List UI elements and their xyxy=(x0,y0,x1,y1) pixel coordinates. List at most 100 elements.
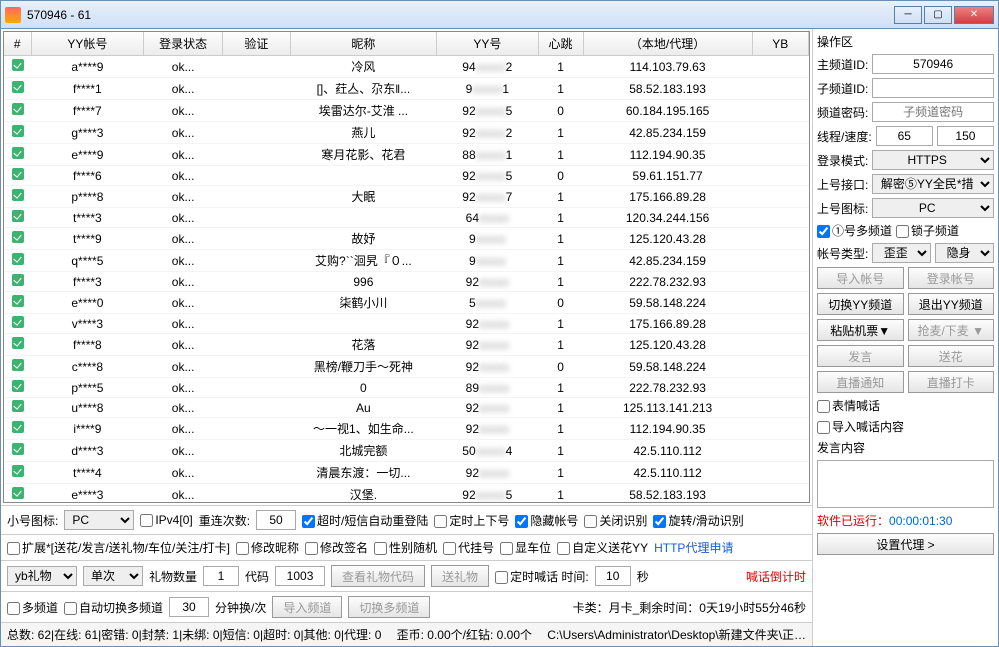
http-proxy-link[interactable]: HTTP代理申请 xyxy=(654,539,733,556)
table-row[interactable]: e****0ok...柒鹤小川5xxxxx059.58.148.224 xyxy=(4,292,809,314)
account-table-wrap[interactable]: #YY帐号登录状态验证昵称YY号心跳（本地/代理）YB a****9ok...冷… xyxy=(3,31,810,503)
table-row[interactable]: u****8ok...Au92xxxxx1125.113.141.213 xyxy=(4,398,809,418)
table-row[interactable]: t****4ok...清晨东渡：一切...92xxxxx142.5.110.11… xyxy=(4,462,809,484)
mod-sign-checkbox[interactable]: 修改签名 xyxy=(305,539,368,556)
table-row[interactable]: v****3ok...92xxxxx1175.166.89.28 xyxy=(4,314,809,334)
col-header[interactable]: YY帐号 xyxy=(31,32,144,56)
close-detect-checkbox[interactable]: 关闭识别 xyxy=(584,512,647,529)
flower-button[interactable]: 送花 xyxy=(908,345,995,367)
code-input[interactable] xyxy=(275,566,325,586)
proxy-hang-checkbox[interactable]: 代挂号 xyxy=(443,539,494,556)
timed-say-checkbox[interactable]: 定时喊话 时间: xyxy=(495,568,589,585)
table-row[interactable]: q****5ok...艾购?``洄旯『０...9xxxxx142.85.234.… xyxy=(4,250,809,272)
login-mode-select[interactable]: HTTPS xyxy=(872,150,994,170)
paste-ticket-button[interactable]: 粘贴机票▼ xyxy=(817,319,904,341)
import-acct-button[interactable]: 导入帐号 xyxy=(817,267,904,289)
rotate-detect-checkbox[interactable]: 旋转/滑动识别 xyxy=(653,512,743,529)
live-notify-button[interactable]: 直播通知 xyxy=(817,371,904,393)
live-check-button[interactable]: 直播打卡 xyxy=(908,371,995,393)
speed-input[interactable] xyxy=(937,126,994,146)
gift-qty-input[interactable] xyxy=(203,566,239,586)
say-button[interactable]: 发言 xyxy=(817,345,904,367)
icon-select[interactable]: PC xyxy=(64,510,134,530)
col-header[interactable]: YB xyxy=(752,32,808,56)
custom-flower-checkbox[interactable]: 自定义送花YY xyxy=(557,539,648,556)
retry-input[interactable] xyxy=(256,510,296,530)
toolbar-1: 小号图标: PC IPv4[0] 重连次数: 超时/短信自动重登陆 定时上下号 … xyxy=(1,505,812,534)
main-ch-input[interactable] xyxy=(872,54,994,74)
timed-say-input[interactable] xyxy=(595,566,631,586)
col-header[interactable]: （本地/代理） xyxy=(583,32,752,56)
cell xyxy=(752,418,808,440)
table-row[interactable]: a****9ok...冷风94xxxxx21114.103.79.63 xyxy=(4,56,809,78)
cell xyxy=(223,440,291,462)
sub-ch-input[interactable] xyxy=(872,78,994,98)
acct-type2-select[interactable]: 隐身 xyxy=(935,243,994,263)
api-select[interactable]: 解密⑤YY全民*措 xyxy=(872,174,994,194)
table-row[interactable]: t****3ok...64xxxxx1120.34.244.156 xyxy=(4,208,809,228)
freq-select[interactable]: 单次 xyxy=(83,566,143,586)
table-row[interactable]: e****9ok...寒月花影、花君88xxxxx11112.194.90.35 xyxy=(4,144,809,166)
show-car-checkbox[interactable]: 显车位 xyxy=(500,539,551,556)
table-row[interactable]: p****5ok...089xxxxx1222.78.232.93 xyxy=(4,378,809,398)
table-row[interactable]: i****9ok...〜一视1、如生命...92xxxxx1112.194.90… xyxy=(4,418,809,440)
auto-relogin-checkbox[interactable]: 超时/短信自动重登陆 xyxy=(302,512,428,529)
say-content-textarea[interactable] xyxy=(817,460,994,508)
grab-mic-button[interactable]: 抢麦/下麦 ▼ xyxy=(908,319,995,341)
ipv4-checkbox[interactable]: IPv4[0] xyxy=(140,513,192,527)
table-row[interactable]: p****8ok...大眠92xxxxx71175.166.89.28 xyxy=(4,186,809,208)
col-header[interactable]: 昵称 xyxy=(290,32,436,56)
auto-switch-checkbox[interactable]: 自动切换多频道 xyxy=(64,599,163,616)
switch-interval-input[interactable] xyxy=(169,597,209,617)
table-row[interactable]: e****3ok...汉堡.92xxxxx5158.52.183.193 xyxy=(4,484,809,504)
table-row[interactable]: d****3ok...北城完额50xxxxx4142.5.110.112 xyxy=(4,440,809,462)
table-row[interactable]: f****3ok...99692xxxxx1222.78.232.93 xyxy=(4,272,809,292)
cell xyxy=(4,208,31,228)
col-header[interactable]: 登录状态 xyxy=(144,32,223,56)
table-row[interactable]: g****3ok...燕儿92xxxxx2142.85.234.159 xyxy=(4,122,809,144)
shield-icon xyxy=(12,443,24,455)
table-row[interactable]: f****6ok...92xxxxx5059.61.151.77 xyxy=(4,166,809,186)
up-icon-select[interactable]: PC xyxy=(872,198,994,218)
ch-pwd-input[interactable] xyxy=(872,102,994,122)
thread-input[interactable] xyxy=(876,126,933,146)
shield-icon xyxy=(12,316,24,328)
mod-nick-checkbox[interactable]: 修改昵称 xyxy=(236,539,299,556)
cell: 9xxxxx1 xyxy=(437,78,538,100)
table-row[interactable]: f****8ok...花落92xxxxx1125.120.43.28 xyxy=(4,334,809,356)
import-say-checkbox[interactable]: 导入喊话内容 xyxy=(817,418,994,435)
acct-type1-select[interactable]: 歪歪 xyxy=(872,243,931,263)
rand-sex-checkbox[interactable]: 性别随机 xyxy=(374,539,437,556)
cell xyxy=(752,272,808,292)
lock-sub-checkbox[interactable]: 锁子频道 xyxy=(896,222,959,239)
maximize-button[interactable]: ▢ xyxy=(924,6,952,24)
hide-account-checkbox[interactable]: 隐藏帐号 xyxy=(515,512,578,529)
timed-checkbox[interactable]: 定时上下号 xyxy=(434,512,509,529)
cell: t****9 xyxy=(31,228,144,250)
table-row[interactable]: f****1ok...[]、荭亼、尕东‖...9xxxxx1158.52.183… xyxy=(4,78,809,100)
col-header[interactable]: 验证 xyxy=(223,32,291,56)
close-button[interactable]: ✕ xyxy=(954,6,994,24)
col-header[interactable]: YY号 xyxy=(437,32,538,56)
multi-channel-checkbox[interactable]: 多频道 xyxy=(7,599,58,616)
table-row[interactable]: t****9ok...故妤9xxxxx1125.120.43.28 xyxy=(4,228,809,250)
col-header[interactable]: 心跳 xyxy=(538,32,583,56)
table-row[interactable]: f****7ok...埃雷达尔-艾淮 ...92xxxxx5060.184.19… xyxy=(4,100,809,122)
cell xyxy=(223,334,291,356)
send-gift-button[interactable]: 送礼物 xyxy=(431,565,489,587)
table-row[interactable]: c****8ok...黑榜/鞭刀手～死神92xxxxx059.58.148.22… xyxy=(4,356,809,378)
login-acct-button[interactable]: 登录帐号 xyxy=(908,267,995,289)
import-channel-button[interactable]: 导入频道 xyxy=(272,596,342,618)
face-say-checkbox[interactable]: 表情喊话 xyxy=(817,397,994,414)
minimize-button[interactable]: ─ xyxy=(894,6,922,24)
cell: 92xxxxx5 xyxy=(437,100,538,122)
extend-checkbox[interactable]: 扩展*[送花/发言/送礼物/车位/关注/打卡] xyxy=(7,539,230,556)
view-code-button[interactable]: 查看礼物代码 xyxy=(331,565,425,587)
gift-select[interactable]: yb礼物 xyxy=(7,566,77,586)
switch-multi-button[interactable]: 切换多频道 xyxy=(348,596,430,618)
set-proxy-button[interactable]: 设置代理 > xyxy=(817,533,994,555)
switch-ch-button[interactable]: 切换YY频道 xyxy=(817,293,904,315)
col-header[interactable]: # xyxy=(4,32,31,56)
multi-ch-checkbox[interactable]: ①号多频道 xyxy=(817,222,892,239)
exit-ch-button[interactable]: 退出YY频道 xyxy=(908,293,995,315)
